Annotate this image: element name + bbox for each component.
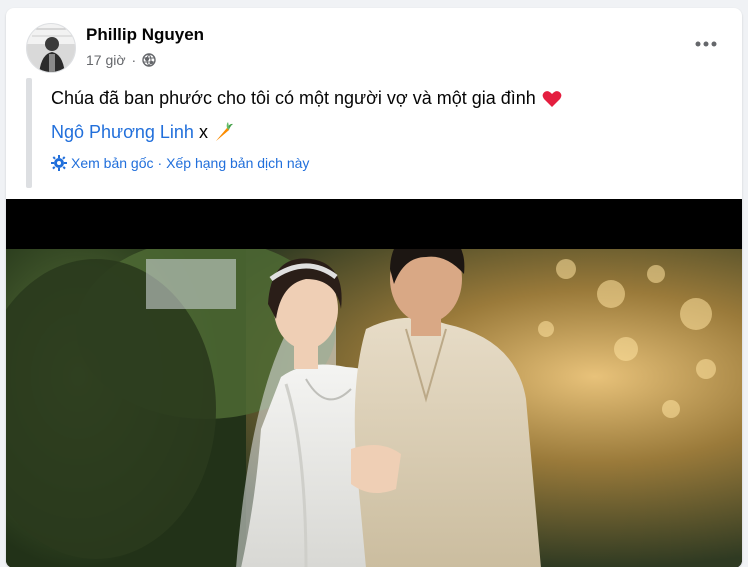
more-options-button[interactable]: [688, 30, 724, 58]
post-photo[interactable]: [6, 199, 742, 567]
globe-icon[interactable]: [142, 53, 156, 67]
carrot-icon: [215, 122, 233, 141]
gear-icon: [51, 155, 67, 171]
rate-translation-link[interactable]: Xếp hạng bản dịch này: [166, 155, 309, 171]
avatar-image: [27, 24, 75, 72]
tagged-person-link[interactable]: Ngô Phương Linh: [51, 122, 194, 143]
translation-bar: Xem bản gốc · Xếp hạng bản dịch này: [51, 155, 309, 171]
tag-suffix: x: [198, 121, 208, 142]
more-options-icon: [695, 41, 717, 47]
tag-line: Ngô Phương Linh x: [51, 121, 235, 143]
post-header: Phillip Nguyen 17 giờ ·: [6, 8, 742, 78]
red-heart-icon: [542, 90, 562, 107]
post-body: Chúa đã ban phước cho tôi có một người v…: [51, 88, 562, 109]
translation-quote-bar: [26, 78, 32, 188]
wedding-photo: [6, 199, 742, 567]
post-card: Phillip Nguyen 17 giờ · Chúa đã ban phướ…: [6, 8, 742, 567]
meta-separator: ·: [131, 52, 137, 68]
post-meta: 17 giờ ·: [86, 52, 156, 68]
post-time[interactable]: 17 giờ: [86, 52, 126, 68]
post-text: Chúa đã ban phước cho tôi có một người v…: [51, 88, 536, 108]
view-original-link[interactable]: Xem bản gốc: [71, 155, 154, 171]
author-avatar[interactable]: [26, 23, 76, 73]
translate-separator: ·: [157, 155, 163, 171]
author-name[interactable]: Phillip Nguyen: [86, 25, 204, 45]
